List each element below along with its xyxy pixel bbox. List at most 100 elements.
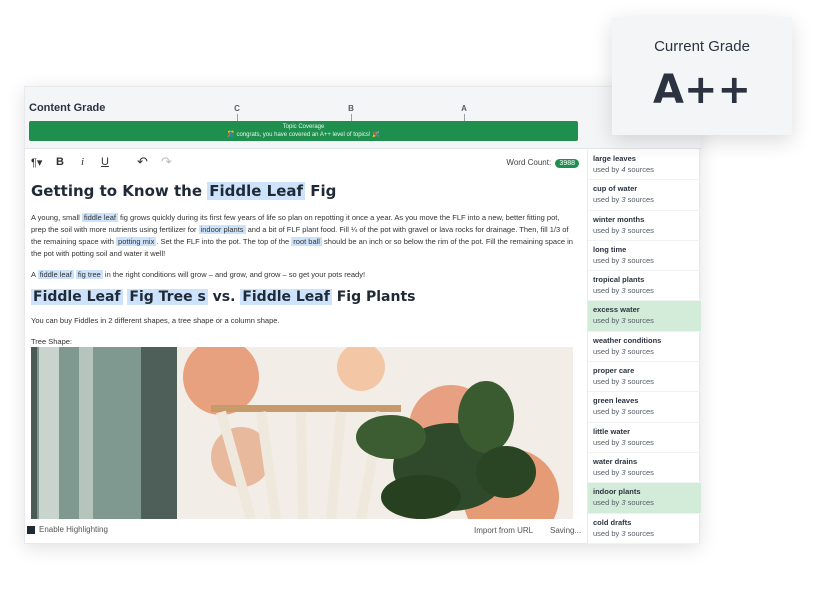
keyword-highlight: potting mix [116,237,157,246]
topic-item[interactable]: little water used by 3 sources [588,423,701,453]
topic-sources: used by 3 sources [593,468,696,477]
topic-sources: used by 3 sources [593,529,696,538]
heading-highlight: Fig Tree s [127,289,208,305]
grade-tick-line-b [351,114,352,121]
current-grade-value: A++ [653,67,751,113]
photo-image [31,347,573,519]
keyword-highlight: fig tree [75,270,103,279]
keyword-highlight: indoor plants [198,225,246,234]
grade-tick-line-a [464,114,465,121]
bold-button[interactable]: B [56,156,64,168]
grade-tick-line-c [237,114,238,121]
heading-fiddle-leaf-vs: Fiddle Leaf Fig Tree s vs. Fiddle Leaf F… [31,289,575,311]
italic-button[interactable]: i [81,156,84,168]
import-from-url-link[interactable]: Import from URL [474,526,533,535]
topic-item[interactable]: long time used by 3 sources [588,241,701,272]
keyword-highlight: fiddle leaf [37,270,74,279]
topic-sources: used by 3 sources [593,226,696,235]
topic-coverage-title: Topic Coverage [282,124,325,130]
editor-footer: Enable Highlighting Import from URL Savi… [25,521,587,543]
topic-sources-prefix: used by [593,255,622,265]
paragraph-text: A [31,270,38,279]
topic-sources: used by 3 sources [593,316,696,325]
topic-coverage-bar: Topic Coverage 🎊 congrats, you have cove… [29,121,578,141]
topic-item[interactable]: cold drafts used by 3 sources [588,514,701,544]
enable-highlighting-label[interactable]: Enable Highlighting [39,525,108,534]
current-grade-card: Current Grade A++ [612,17,792,135]
paragraph-1: A young, small fiddle leaf fig grows qui… [31,212,575,260]
topic-item[interactable]: cup of water used by 3 sources [588,180,701,211]
topic-sources-prefix: used by [593,225,622,235]
topic-sources-prefix: used by [593,437,622,447]
topic-sources-prefix: used by [593,528,622,538]
paragraph-2: A fiddle leaf fig tree in the right cond… [31,269,575,281]
topic-sources-prefix: used by [593,316,622,326]
topic-sources-suffix: sources [625,498,654,508]
redo-icon[interactable]: ↷ [161,154,172,170]
underline-button[interactable]: U [101,156,109,168]
topic-name: winter months [593,214,645,224]
heading-text: vs. [212,289,236,305]
topic-sources: used by 3 sources [593,438,696,447]
topic-sources-prefix: used by [593,286,622,296]
topic-item[interactable]: water drains used by 3 sources [588,453,701,484]
topic-name: green leaves [593,396,639,406]
topic-sources-suffix: sources [625,195,654,205]
topic-sources-suffix: sources [625,467,654,477]
topic-sources-suffix: sources [625,377,654,387]
topic-name: long time [593,244,627,254]
content-grade-header: Content Grade C B A Topic Coverage 🎊 con… [25,87,701,149]
topic-name: excess water [593,305,640,315]
grade-tick-a: A [461,104,467,113]
topic-sources-suffix: sources [625,437,654,447]
topic-name: tropical plants [593,275,645,285]
heading-highlight: Fiddle Leaf [207,182,306,200]
topic-sources-suffix: sources [625,165,654,174]
topic-sources-suffix: sources [625,286,654,296]
topic-name: weather conditions [593,335,662,345]
topic-sources-prefix: used by [593,467,622,477]
topic-item[interactable]: weather conditions used by 3 sources [588,332,701,363]
topic-sources-prefix: used by [593,498,622,508]
topic-name: large leaves [593,154,636,163]
topic-sources-suffix: sources [625,346,654,356]
editor-toolbar: ¶▾ B i U ↶ ↷ Word Count: 3988 [25,150,587,176]
topic-item[interactable]: proper care used by 3 sources [588,362,701,393]
topic-item[interactable]: winter months used by 3 sources [588,211,701,241]
enable-highlighting-checkbox[interactable] [27,526,35,534]
content-grade-title: Content Grade [29,102,106,114]
paragraph-text: . Set the FLF into the pot. The top of t… [156,237,292,246]
paragraph-3: You can buy Fiddles in 2 different shape… [31,316,280,325]
heading-text: Getting to Know the [31,182,208,200]
topics-sidebar: large leaves used by 4 sources cup of wate… [587,150,701,544]
heading-highlight: Fiddle Leaf [31,289,123,305]
topic-sources: used by 3 sources [593,498,696,507]
undo-icon[interactable]: ↶ [137,154,148,170]
topic-item[interactable]: indoor plants used by 3 sources [588,483,701,514]
heading-getting-to-know: Getting to Know the Fiddle Leaf Fig [31,182,575,206]
topic-name: little water [593,426,631,436]
editor-card: Content Grade C B A Topic Coverage 🎊 con… [24,86,701,544]
topic-sources-prefix: used by [593,346,622,356]
topic-name: indoor plants [593,487,641,497]
word-count: Word Count: 3988 [506,158,579,168]
topic-sources: used by 3 sources [593,407,696,416]
topic-sources-suffix: sources [625,316,654,326]
topic-item[interactable]: large leaves used by 4 sources [588,150,701,181]
topic-sources-suffix: sources [625,528,654,538]
topic-sources-prefix: used by [593,407,622,417]
topic-sources-suffix: sources [625,407,654,417]
fiddle-leaf-photo [31,347,573,519]
editor-content[interactable]: Getting to Know the Fiddle Leaf Fig A yo… [31,179,575,519]
paragraph-format-button[interactable]: ¶▾ [31,156,42,169]
heading-highlight: Fiddle Leaf [240,289,332,305]
current-grade-label: Current Grade [654,38,750,55]
topic-sources: used by 3 sources [593,377,696,386]
topic-item[interactable]: green leaves used by 3 sources [588,392,701,423]
topic-item[interactable]: tropical plants used by 3 sources [588,271,701,302]
topic-item[interactable]: excess water used by 3 sources [588,301,701,332]
keyword-highlight: fiddle leaf [81,213,118,222]
saving-status: Saving... [550,526,582,535]
keyword-highlight: root ball [291,237,322,246]
grade-tick-b: B [348,104,354,113]
